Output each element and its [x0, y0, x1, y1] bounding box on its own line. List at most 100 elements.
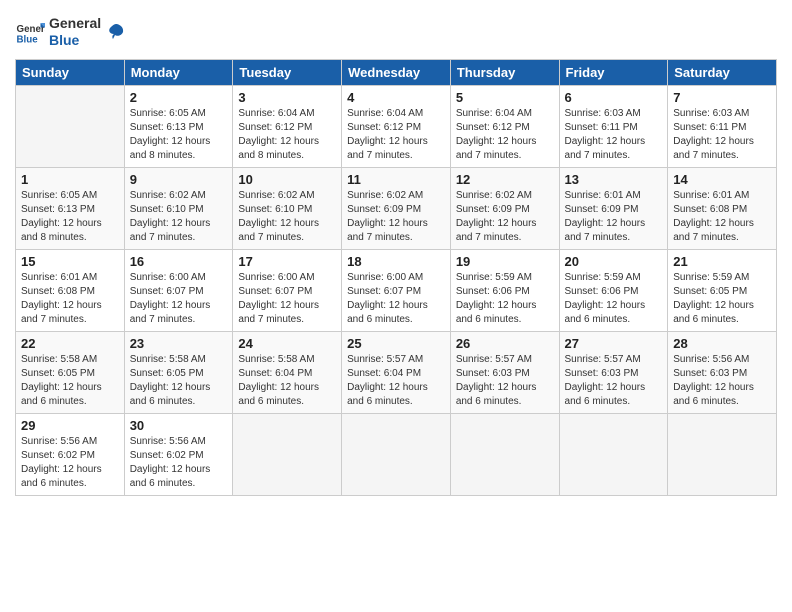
calendar-cell [16, 85, 125, 167]
day-info: Sunrise: 6:01 AM Sunset: 6:08 PM Dayligh… [21, 271, 119, 327]
day-info: Sunrise: 6:04 AM Sunset: 6:12 PM Dayligh… [238, 107, 336, 163]
calendar-cell: 27 Sunrise: 5:57 AM Sunset: 6:03 PM Dayl… [559, 331, 668, 413]
day-number: 9 [130, 172, 228, 187]
calendar-cell [668, 413, 777, 495]
day-number: 26 [456, 336, 554, 351]
weekday-header-row: SundayMondayTuesdayWednesdayThursdayFrid… [16, 59, 777, 85]
day-number: 5 [456, 90, 554, 105]
calendar-cell: 12 Sunrise: 6:02 AM Sunset: 6:09 PM Dayl… [450, 167, 559, 249]
day-info: Sunrise: 6:05 AM Sunset: 6:13 PM Dayligh… [21, 189, 119, 245]
day-info: Sunrise: 6:02 AM Sunset: 6:10 PM Dayligh… [130, 189, 228, 245]
calendar-cell: 4 Sunrise: 6:04 AM Sunset: 6:12 PM Dayli… [342, 85, 451, 167]
day-info: Sunrise: 6:02 AM Sunset: 6:09 PM Dayligh… [456, 189, 554, 245]
day-number: 25 [347, 336, 445, 351]
day-info: Sunrise: 5:57 AM Sunset: 6:04 PM Dayligh… [347, 353, 445, 409]
day-info: Sunrise: 5:56 AM Sunset: 6:02 PM Dayligh… [21, 435, 119, 491]
day-info: Sunrise: 5:58 AM Sunset: 6:05 PM Dayligh… [130, 353, 228, 409]
calendar-week-1: 1 Sunrise: 6:05 AM Sunset: 6:13 PM Dayli… [16, 167, 777, 249]
day-number: 10 [238, 172, 336, 187]
day-number: 4 [347, 90, 445, 105]
calendar-week-4: 29 Sunrise: 5:56 AM Sunset: 6:02 PM Dayl… [16, 413, 777, 495]
day-number: 30 [130, 418, 228, 433]
logo-icon: General Blue [15, 17, 45, 47]
calendar-cell: 18 Sunrise: 6:00 AM Sunset: 6:07 PM Dayl… [342, 249, 451, 331]
calendar-cell: 13 Sunrise: 6:01 AM Sunset: 6:09 PM Dayl… [559, 167, 668, 249]
calendar-cell: 28 Sunrise: 5:56 AM Sunset: 6:03 PM Dayl… [668, 331, 777, 413]
day-number: 23 [130, 336, 228, 351]
weekday-sunday: Sunday [16, 59, 125, 85]
day-info: Sunrise: 5:58 AM Sunset: 6:05 PM Dayligh… [21, 353, 119, 409]
weekday-monday: Monday [124, 59, 233, 85]
calendar-cell [342, 413, 451, 495]
calendar-cell: 3 Sunrise: 6:04 AM Sunset: 6:12 PM Dayli… [233, 85, 342, 167]
calendar-cell: 7 Sunrise: 6:03 AM Sunset: 6:11 PM Dayli… [668, 85, 777, 167]
calendar-cell: 10 Sunrise: 6:02 AM Sunset: 6:10 PM Dayl… [233, 167, 342, 249]
logo-blue: Blue [49, 32, 101, 49]
calendar-week-0: 2 Sunrise: 6:05 AM Sunset: 6:13 PM Dayli… [16, 85, 777, 167]
day-number: 29 [21, 418, 119, 433]
day-info: Sunrise: 6:03 AM Sunset: 6:11 PM Dayligh… [673, 107, 771, 163]
day-number: 17 [238, 254, 336, 269]
day-info: Sunrise: 6:02 AM Sunset: 6:10 PM Dayligh… [238, 189, 336, 245]
day-number: 14 [673, 172, 771, 187]
day-info: Sunrise: 5:56 AM Sunset: 6:02 PM Dayligh… [130, 435, 228, 491]
calendar-cell: 9 Sunrise: 6:02 AM Sunset: 6:10 PM Dayli… [124, 167, 233, 249]
day-number: 2 [130, 90, 228, 105]
day-number: 12 [456, 172, 554, 187]
day-number: 6 [565, 90, 663, 105]
calendar-cell: 30 Sunrise: 5:56 AM Sunset: 6:02 PM Dayl… [124, 413, 233, 495]
day-info: Sunrise: 5:59 AM Sunset: 6:05 PM Dayligh… [673, 271, 771, 327]
calendar-cell: 26 Sunrise: 5:57 AM Sunset: 6:03 PM Dayl… [450, 331, 559, 413]
day-info: Sunrise: 5:57 AM Sunset: 6:03 PM Dayligh… [565, 353, 663, 409]
calendar-cell: 14 Sunrise: 6:01 AM Sunset: 6:08 PM Dayl… [668, 167, 777, 249]
day-info: Sunrise: 6:00 AM Sunset: 6:07 PM Dayligh… [238, 271, 336, 327]
day-info: Sunrise: 6:03 AM Sunset: 6:11 PM Dayligh… [565, 107, 663, 163]
day-number: 11 [347, 172, 445, 187]
day-info: Sunrise: 6:00 AM Sunset: 6:07 PM Dayligh… [130, 271, 228, 327]
calendar-cell [559, 413, 668, 495]
weekday-wednesday: Wednesday [342, 59, 451, 85]
day-info: Sunrise: 5:56 AM Sunset: 6:03 PM Dayligh… [673, 353, 771, 409]
day-number: 27 [565, 336, 663, 351]
calendar-cell [450, 413, 559, 495]
day-info: Sunrise: 6:01 AM Sunset: 6:08 PM Dayligh… [673, 189, 771, 245]
logo-general: General [49, 15, 101, 32]
day-info: Sunrise: 5:57 AM Sunset: 6:03 PM Dayligh… [456, 353, 554, 409]
logo: General Blue General Blue [15, 15, 127, 49]
day-info: Sunrise: 6:05 AM Sunset: 6:13 PM Dayligh… [130, 107, 228, 163]
day-number: 19 [456, 254, 554, 269]
calendar-cell: 20 Sunrise: 5:59 AM Sunset: 6:06 PM Dayl… [559, 249, 668, 331]
logo-bird-icon [105, 21, 127, 43]
calendar-cell: 22 Sunrise: 5:58 AM Sunset: 6:05 PM Dayl… [16, 331, 125, 413]
calendar-cell: 25 Sunrise: 5:57 AM Sunset: 6:04 PM Dayl… [342, 331, 451, 413]
calendar-cell: 1 Sunrise: 6:05 AM Sunset: 6:13 PM Dayli… [16, 167, 125, 249]
day-number: 28 [673, 336, 771, 351]
calendar-cell: 23 Sunrise: 5:58 AM Sunset: 6:05 PM Dayl… [124, 331, 233, 413]
page-header: General Blue General Blue [15, 15, 777, 49]
calendar-table: SundayMondayTuesdayWednesdayThursdayFrid… [15, 59, 777, 496]
day-info: Sunrise: 6:02 AM Sunset: 6:09 PM Dayligh… [347, 189, 445, 245]
day-number: 20 [565, 254, 663, 269]
calendar-cell: 17 Sunrise: 6:00 AM Sunset: 6:07 PM Dayl… [233, 249, 342, 331]
day-number: 21 [673, 254, 771, 269]
calendar-cell: 16 Sunrise: 6:00 AM Sunset: 6:07 PM Dayl… [124, 249, 233, 331]
day-number: 24 [238, 336, 336, 351]
calendar-cell: 6 Sunrise: 6:03 AM Sunset: 6:11 PM Dayli… [559, 85, 668, 167]
calendar-cell: 5 Sunrise: 6:04 AM Sunset: 6:12 PM Dayli… [450, 85, 559, 167]
day-number: 13 [565, 172, 663, 187]
calendar-cell: 29 Sunrise: 5:56 AM Sunset: 6:02 PM Dayl… [16, 413, 125, 495]
day-number: 18 [347, 254, 445, 269]
day-info: Sunrise: 6:01 AM Sunset: 6:09 PM Dayligh… [565, 189, 663, 245]
calendar-cell: 24 Sunrise: 5:58 AM Sunset: 6:04 PM Dayl… [233, 331, 342, 413]
day-info: Sunrise: 5:59 AM Sunset: 6:06 PM Dayligh… [565, 271, 663, 327]
calendar-week-2: 15 Sunrise: 6:01 AM Sunset: 6:08 PM Dayl… [16, 249, 777, 331]
day-number: 7 [673, 90, 771, 105]
calendar-week-3: 22 Sunrise: 5:58 AM Sunset: 6:05 PM Dayl… [16, 331, 777, 413]
day-number: 16 [130, 254, 228, 269]
day-number: 15 [21, 254, 119, 269]
day-number: 22 [21, 336, 119, 351]
weekday-saturday: Saturday [668, 59, 777, 85]
day-number: 3 [238, 90, 336, 105]
calendar-cell: 15 Sunrise: 6:01 AM Sunset: 6:08 PM Dayl… [16, 249, 125, 331]
calendar-body: 2 Sunrise: 6:05 AM Sunset: 6:13 PM Dayli… [16, 85, 777, 495]
